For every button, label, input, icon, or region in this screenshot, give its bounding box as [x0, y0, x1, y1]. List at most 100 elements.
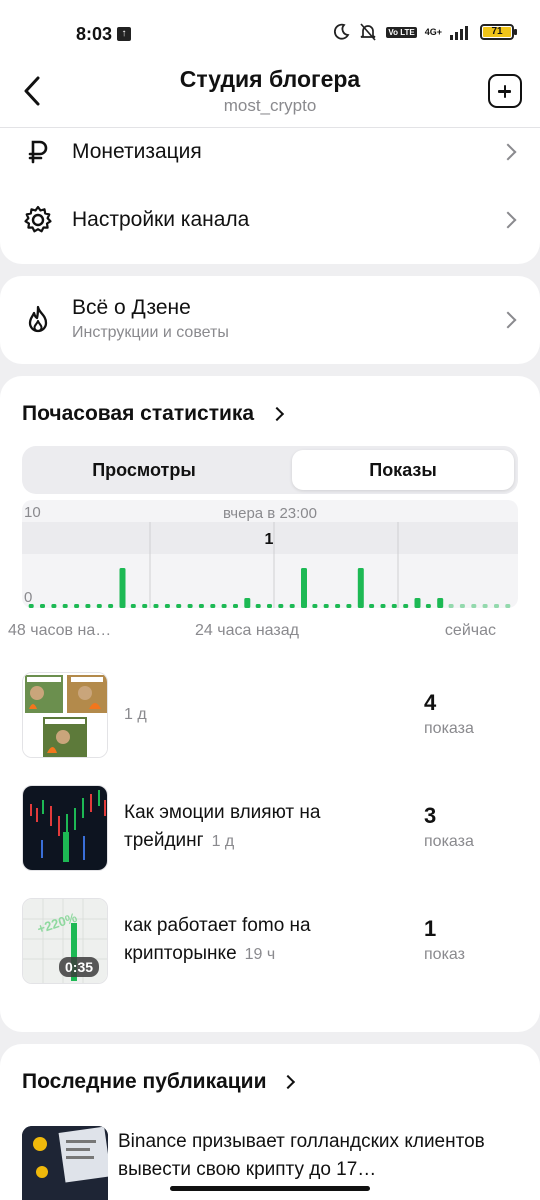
chevron-right-icon: [499, 211, 517, 229]
chart-bar: [198, 604, 204, 608]
post-impressions-count: 1: [424, 916, 437, 941]
post-age: 19 ч: [244, 946, 276, 963]
post-thumbnail: +220% 0:35: [22, 898, 108, 984]
upload-icon: ↑: [117, 27, 131, 41]
chart-bar: [403, 604, 409, 608]
status-icons: Vo LTE 4G+ 71: [332, 22, 517, 42]
x-label-end: сейчас: [444, 622, 496, 639]
hourly-stats-card: Почасовая статистика Просмотры Показы 10…: [0, 376, 540, 1032]
chevron-right-icon[interactable]: [280, 1074, 296, 1090]
post-impressions-unit: показа: [424, 720, 474, 737]
chart-bar: [142, 604, 148, 608]
chart-bar: [369, 604, 375, 608]
chart-bar: [459, 604, 465, 608]
menu-item-label: Монетизация: [72, 140, 202, 163]
chart-bar: [471, 604, 477, 608]
menu-card: Монетизация Настройки канала: [0, 120, 540, 264]
chart-bar: [255, 604, 261, 608]
latest-publications-title[interactable]: Последние публикации: [22, 1070, 266, 1094]
chart-tooltip-label: вчера в 23:00: [223, 505, 317, 522]
network-type: 4G+: [424, 26, 442, 37]
chevron-right-icon: [499, 143, 517, 161]
battery-icon: 71: [480, 24, 517, 40]
post-age: 1 д: [124, 706, 147, 723]
chart-bar: [346, 604, 352, 608]
dzen-guide-card[interactable]: Всё о Дзене Инструкции и советы: [0, 276, 540, 364]
menu-item-channel-settings[interactable]: Настройки канала: [0, 188, 540, 252]
chart-bar: [210, 604, 216, 608]
chart-bar: [130, 604, 136, 608]
menu-item-label: Настройки канала: [72, 208, 250, 231]
dzen-guide-subtitle: Инструкции и советы: [72, 324, 229, 341]
chart-bar: [323, 604, 329, 608]
chart-bar: [187, 604, 193, 608]
chart-bar: [289, 604, 295, 608]
video-duration-badge: 0:35: [59, 957, 100, 977]
add-content-button[interactable]: [488, 74, 522, 108]
tab-impressions[interactable]: Показы: [292, 450, 514, 490]
home-indicator[interactable]: [170, 1186, 370, 1191]
hourly-bar-chart[interactable]: 10 0 вчера в 23:00 1: [22, 498, 518, 610]
chart-bar: [221, 604, 227, 608]
chart-bar: [62, 604, 68, 608]
chart-bar: [96, 604, 102, 608]
chart-bar: [312, 604, 318, 608]
channel-name: most_crypto: [223, 96, 317, 115]
post-impressions-unit: показа: [424, 833, 474, 850]
chevron-right-icon[interactable]: [269, 406, 285, 422]
list-item[interactable]: Как эмоции влияют на трейдинг 1 д 3 показ…: [22, 785, 518, 873]
moon-icon: [334, 23, 350, 40]
chart-bar: [278, 604, 284, 608]
x-label-start: 48 часов на…: [8, 622, 112, 639]
page-title: Студия блогера: [179, 66, 361, 92]
post-impressions-count: 3: [424, 803, 437, 828]
chart-bar: [437, 598, 444, 608]
chart-bar: [119, 568, 126, 608]
menu-item-monetization[interactable]: Монетизация: [0, 120, 540, 184]
gear-icon: [24, 205, 52, 233]
list-item[interactable]: 1 д 4 показа: [22, 672, 518, 760]
chart-bar: [391, 604, 397, 608]
chart-bar: [244, 598, 251, 608]
ruble-icon: [28, 140, 48, 164]
battery-level: 71: [483, 27, 511, 37]
mute-bell-icon: [360, 23, 376, 41]
status-time: 8:03: [76, 24, 113, 44]
hourly-stats-title[interactable]: Почасовая статистика: [22, 402, 254, 426]
latest-post-thumbnail[interactable]: [22, 1126, 108, 1200]
chart-bar: [40, 604, 45, 608]
top-app-bar: Студия блогера most_crypto: [0, 64, 540, 128]
chart-bar: [301, 568, 307, 608]
x-label-middle: 24 часа назад: [195, 622, 299, 639]
chart-bar: [335, 604, 341, 608]
chart-bar: [28, 604, 34, 608]
flame-icon: [28, 305, 48, 333]
latest-publications-card: Последние публикации Binance призывает г…: [0, 1044, 540, 1200]
chevron-right-icon: [499, 311, 517, 329]
chart-bar: [176, 604, 182, 608]
signal-icon: [450, 26, 468, 40]
latest-post-title[interactable]: Binance призывает голландских клиентов в…: [118, 1128, 518, 1184]
chart-bar: [85, 604, 91, 608]
chart-bar: [357, 568, 364, 608]
chart-bar: [425, 604, 431, 608]
chart-x-axis: 48 часов на… 24 часа назад сейчас: [0, 622, 496, 642]
chart-bar: [74, 604, 80, 608]
chart-bar: [108, 604, 114, 608]
list-item[interactable]: +220% 0:35 как работает fomo на крипторы…: [22, 898, 518, 986]
post-impressions-unit: показ: [424, 946, 465, 963]
chart-bar: [164, 604, 170, 608]
post-title: как работает fomo на крипторынке 19 ч: [124, 912, 374, 969]
chart-bar: [494, 604, 499, 608]
chart-bar: [233, 604, 238, 608]
tab-views[interactable]: Просмотры: [26, 450, 262, 490]
post-title-text: как работает fomo на крипторынке: [124, 915, 311, 964]
chart-tooltip-value: 1: [265, 531, 274, 548]
post-impressions-count: 4: [424, 690, 437, 715]
post-age: 1 д: [211, 833, 235, 850]
y-axis-max-label: 10: [24, 504, 41, 521]
chart-bar: [51, 604, 57, 608]
post-title: Как эмоции влияют на трейдинг 1 д: [124, 799, 374, 856]
dzen-guide-title: Всё о Дзене: [72, 296, 191, 319]
volte-icon: Vo LTE: [386, 26, 417, 38]
